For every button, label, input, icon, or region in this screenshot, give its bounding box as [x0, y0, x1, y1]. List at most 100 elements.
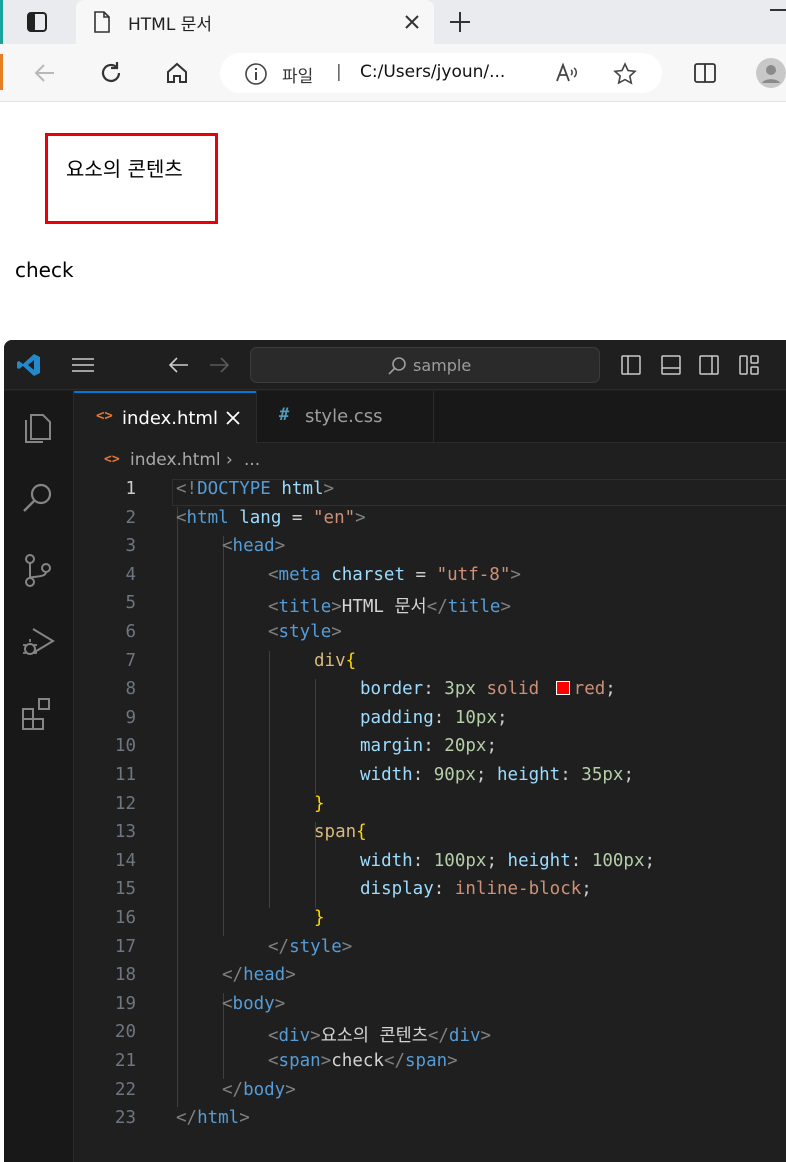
code-line: 3 <head> [74, 536, 786, 565]
code-line: 7 div{ [74, 651, 786, 680]
breadcrumb-file[interactable]: index.html [130, 450, 221, 470]
line-number: 13 [114, 822, 136, 843]
vscode-window: sample <> index.html # style.css <> inde… [4, 340, 786, 1162]
command-center-text: sample [413, 356, 472, 375]
code-text: } [314, 908, 325, 928]
line-number: 23 [114, 1108, 136, 1129]
scheme-label: 파일 [282, 67, 314, 87]
close-tab-icon[interactable] [400, 10, 424, 34]
token: : [570, 850, 592, 871]
toggle-panel-icon[interactable] [660, 354, 682, 376]
token: < [176, 507, 187, 528]
back-button[interactable] [30, 58, 60, 88]
code-line: 8 border: 3px solid red; [74, 679, 786, 708]
code-text: } [314, 794, 325, 814]
refresh-button[interactable] [96, 58, 126, 88]
code-line: 6 <style> [74, 622, 786, 651]
code-text: <title>HTML 문서</title> [268, 593, 511, 618]
token: > [239, 1108, 250, 1129]
line-number: 17 [114, 936, 136, 957]
token: { [345, 650, 357, 671]
browser-tab[interactable]: HTML 문서 [76, 0, 434, 44]
code-editor[interactable]: 1 <!DOCTYPE html> 2 <html lang = "en"> 3… [74, 478, 786, 1162]
tab-label: index.html [122, 408, 218, 429]
token: DOCTYPE [197, 479, 271, 499]
token: 3px [444, 679, 476, 700]
token: 100px [433, 850, 487, 871]
token: margin [360, 736, 424, 757]
run-debug-icon[interactable] [19, 623, 57, 661]
token: body [232, 993, 275, 1014]
code-line: 2 <html lang = "en"> [74, 508, 786, 537]
rendered-page: 요소의 콘텐츠 check [0, 103, 786, 343]
token: width [360, 765, 413, 785]
token: > [355, 507, 366, 528]
tab-index-html[interactable]: <> index.html [74, 391, 256, 443]
token: > [285, 1079, 296, 1100]
arrow-right-icon[interactable] [208, 355, 230, 375]
breadcrumb-more[interactable]: ... [244, 450, 260, 470]
line-number: 7 [125, 650, 136, 671]
html-file-icon: <> [104, 452, 120, 467]
arrow-left-icon [34, 64, 54, 82]
token: > [331, 622, 342, 642]
code-text: </head> [222, 965, 296, 985]
minimize-icon[interactable] [770, 8, 786, 12]
line-number: 18 [114, 965, 136, 986]
code-line: 18 </head> [74, 965, 786, 994]
profile-button[interactable] [756, 58, 786, 88]
favorite-star-icon[interactable] [612, 61, 638, 87]
menu-icon[interactable] [70, 355, 96, 375]
new-tab-icon[interactable] [446, 8, 474, 36]
split-screen-button[interactable] [690, 58, 720, 88]
color-swatch[interactable] [555, 681, 570, 696]
token: } [314, 908, 325, 928]
token: 35px [581, 765, 624, 785]
url-text[interactable]: C:/Users/jyoun/... [360, 62, 505, 82]
code-line: 22 </body> [74, 1080, 786, 1109]
token: 요소의 콘텐츠 [320, 1026, 428, 1047]
tab-style-css[interactable]: # style.css [256, 391, 434, 443]
tab-actions-button[interactable] [14, 8, 60, 36]
code-line: 23 </html> [74, 1108, 786, 1137]
token: body [243, 1079, 286, 1100]
token: 10px [454, 707, 497, 728]
code-text: </html> [176, 1108, 250, 1128]
extensions-icon[interactable] [19, 695, 57, 733]
read-aloud-icon[interactable] [554, 61, 580, 85]
line-number: 20 [114, 1022, 136, 1043]
explorer-icon[interactable] [19, 409, 57, 447]
code-text: span{ [314, 822, 367, 842]
token: 20px [444, 736, 487, 757]
close-icon[interactable] [224, 409, 242, 427]
source-control-icon[interactable] [19, 551, 57, 589]
customize-layout-icon[interactable] [738, 354, 760, 376]
code-text: <span>check</span> [268, 1051, 458, 1071]
token: height [497, 765, 561, 785]
code-line: 9 padding: 10px; [74, 708, 786, 737]
token: : [423, 679, 445, 700]
token: > [331, 597, 342, 618]
token: </ [222, 965, 244, 986]
search-icon[interactable] [19, 479, 57, 517]
token: border [360, 679, 424, 700]
token: ; [581, 879, 592, 900]
address-bar[interactable]: 파일 | C:/Users/jyoun/... [220, 53, 662, 93]
token: > [510, 564, 521, 585]
token: div [448, 1026, 481, 1047]
html-file-icon: <> [96, 408, 113, 424]
token: </ [427, 1026, 449, 1047]
token: check [331, 1051, 384, 1071]
command-center-search[interactable]: sample [250, 347, 600, 383]
token: head [243, 965, 286, 986]
home-button[interactable] [162, 58, 192, 88]
toggle-secondary-sidebar-icon[interactable] [698, 354, 720, 376]
token: 100px [591, 850, 645, 871]
info-icon[interactable] [244, 62, 268, 86]
arrow-left-icon[interactable] [168, 355, 190, 375]
refresh-icon [101, 62, 121, 82]
token: ; [623, 765, 634, 785]
toggle-primary-sidebar-icon[interactable] [620, 354, 642, 376]
window-edge-accent [0, 54, 3, 90]
token: < [268, 1051, 279, 1071]
